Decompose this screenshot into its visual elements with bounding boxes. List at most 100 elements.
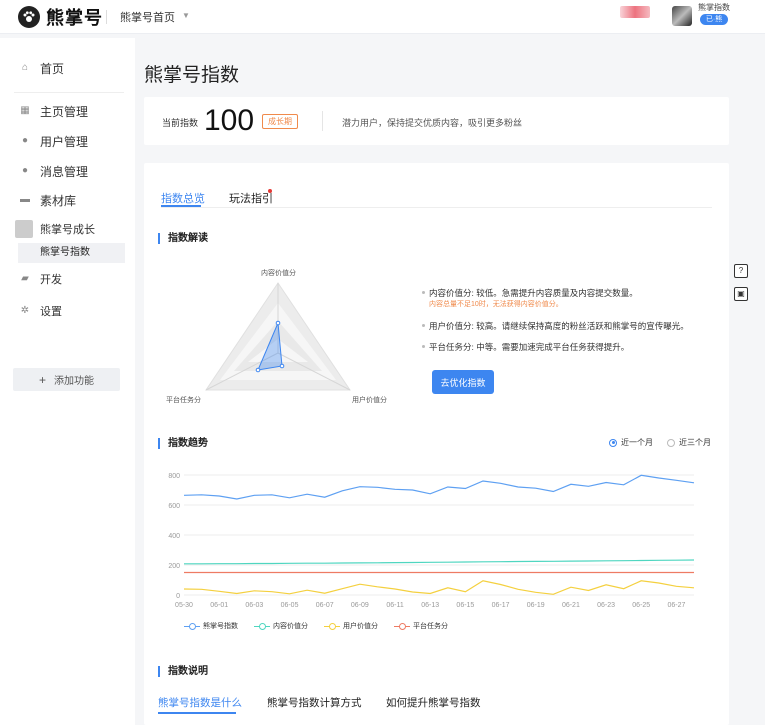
bullet-user-score: 用户价值分: 较高。请继续保持高度的粉丝活跃和熊掌号的宣传曝光。 bbox=[422, 320, 689, 332]
tab-divider bbox=[161, 207, 712, 208]
sidebar: ⌂ 首页 ▦ 主页管理 ● 用户管理 ● 消息管理 ▬ 素材库 熊掌号成长 熊掌… bbox=[0, 38, 135, 725]
section-title-trend: 指数趋势 bbox=[158, 438, 208, 449]
hint-text: 内容总量不足10时，无法获得内容价值分。 bbox=[429, 301, 563, 308]
x-tick-label: 06-23 bbox=[597, 602, 615, 609]
x-tick-label: 06-17 bbox=[492, 602, 510, 609]
sidebar-item-homepage-manage[interactable]: ▦ 主页管理 bbox=[0, 100, 135, 122]
y-tick-label: 800 bbox=[168, 473, 180, 480]
growth-icon bbox=[15, 220, 33, 238]
section-title-explanation: 指数说明 bbox=[158, 666, 208, 677]
x-tick-label: 06-03 bbox=[245, 602, 263, 609]
x-tick-label: 06-07 bbox=[316, 602, 334, 609]
tab-calculation[interactable]: 熊掌号指数计算方式 bbox=[267, 695, 362, 710]
legend-label: 平台任务分 bbox=[413, 623, 448, 630]
index-description: 潜力用户，保持提交优质内容，吸引更多粉丝 bbox=[342, 118, 523, 128]
y-tick-label: 0 bbox=[176, 593, 180, 600]
legend-item[interactable]: 内容价值分 bbox=[254, 621, 308, 631]
current-index-card: 当前指数 100 成长期 潜力用户，保持提交优质内容，吸引更多粉丝 bbox=[144, 97, 729, 145]
radio-label: 近三个月 bbox=[679, 438, 711, 447]
chevron-down-icon[interactable]: ▼ bbox=[182, 11, 190, 20]
sidebar-item-label: 设置 bbox=[40, 306, 62, 318]
section-title-interpretation: 指数解读 bbox=[158, 233, 208, 244]
avatar[interactable] bbox=[672, 6, 692, 26]
sidebar-item-user-manage[interactable]: ● 用户管理 bbox=[0, 130, 135, 152]
x-tick-label: 06-27 bbox=[667, 602, 685, 609]
radar-label-user: 用户价值分 bbox=[352, 397, 387, 404]
legend-line-icon bbox=[324, 622, 340, 630]
x-tick-label: 06-05 bbox=[281, 602, 299, 609]
legend-line-icon bbox=[184, 622, 200, 630]
current-index-label: 当前指数 bbox=[162, 118, 199, 128]
divider bbox=[106, 10, 107, 24]
plus-icon: + bbox=[38, 372, 46, 387]
x-tick-label: 06-21 bbox=[562, 602, 580, 609]
tab-what-is-index[interactable]: 熊掌号指数是什么 bbox=[158, 695, 242, 710]
radio-checked-icon bbox=[609, 438, 617, 447]
legend-item[interactable]: 平台任务分 bbox=[394, 621, 448, 631]
logo-text: 熊掌号 bbox=[46, 8, 103, 28]
optimize-index-button[interactable]: 去优化指数 bbox=[432, 370, 494, 394]
home-link[interactable]: 熊掌号首页 bbox=[120, 9, 175, 25]
sidebar-item-label: 素材库 bbox=[40, 193, 77, 208]
range-one-month-radio[interactable]: 近一个月 bbox=[609, 437, 653, 448]
sidebar-item-label: 主页管理 bbox=[40, 104, 89, 119]
paw-icon bbox=[18, 6, 40, 28]
x-tick-label: 06-15 bbox=[456, 602, 474, 609]
legend-label: 用户价值分 bbox=[343, 623, 378, 630]
legend-item[interactable]: 熊掌号指数 bbox=[184, 621, 238, 631]
add-feature-button[interactable]: + 添加功能 bbox=[13, 368, 120, 391]
bullet-platform-score: 平台任务分: 中等。需要加速完成平台任务获得提升。 bbox=[422, 341, 629, 353]
feedback-icon[interactable]: ? bbox=[734, 264, 748, 278]
divider bbox=[322, 111, 323, 131]
y-tick-label: 600 bbox=[168, 503, 180, 510]
sidebar-item-material[interactable]: ▬ 素材库 bbox=[0, 189, 135, 211]
legend-item[interactable]: 用户价值分 bbox=[324, 621, 378, 631]
divider bbox=[14, 92, 124, 93]
legend-line-icon bbox=[394, 622, 410, 630]
sidebar-item-label: 开发 bbox=[40, 274, 62, 286]
legend-line-icon bbox=[254, 622, 270, 630]
new-dot-icon bbox=[268, 189, 272, 193]
radar-label-platform: 平台任务分 bbox=[166, 397, 201, 404]
current-index-value: 100 bbox=[204, 104, 255, 137]
x-tick-label: 06-13 bbox=[421, 602, 439, 609]
x-tick-label: 05-30 bbox=[175, 602, 193, 609]
main-card: 指数总览 玩法指引 指数解读 内容价值分 平台任务分 用户价值分 内容价值分: … bbox=[144, 163, 729, 725]
notification-badge[interactable] bbox=[620, 6, 650, 18]
qr-code-icon[interactable]: ▣ bbox=[734, 287, 748, 301]
dev-icon: ▰ bbox=[21, 273, 29, 284]
logo[interactable]: 熊掌号 bbox=[18, 6, 103, 28]
stage-badge: 成长期 bbox=[262, 114, 298, 129]
tab-how-to-improve[interactable]: 如何提升熊掌号指数 bbox=[386, 695, 481, 710]
user-badge[interactable]: 已·熊 bbox=[700, 14, 728, 25]
top-bar: 熊掌号 熊掌号首页 ▼ 熊掌指数 已·熊 bbox=[0, 0, 765, 34]
trend-chart: 0 200 400 600 800 05-30 06-01 06-03 06-05 06-07 06… bbox=[168, 473, 695, 609]
x-tick-label: 06-19 bbox=[527, 602, 545, 609]
sidebar-item-dev[interactable]: ▰ 开发 bbox=[0, 268, 135, 290]
bullet-content-score: 内容价值分: 较低。急需提升内容质量及内容提交数量。 bbox=[422, 287, 638, 299]
chart-legend: 熊掌号指数 内容价值分 用户价值分 平台任务分 bbox=[184, 621, 464, 631]
gear-icon: ✲ bbox=[20, 305, 30, 316]
range-three-month-radio[interactable]: 近三个月 bbox=[667, 437, 711, 448]
add-feature-label: 添加功能 bbox=[54, 376, 94, 387]
home-icon: ⌂ bbox=[21, 62, 29, 73]
tab-overview[interactable]: 指数总览 bbox=[161, 190, 205, 206]
sidebar-item-growth[interactable]: 熊掌号成长 bbox=[0, 218, 135, 240]
sidebar-item-message-manage[interactable]: ● 消息管理 bbox=[0, 160, 135, 182]
x-tick-label: 06-11 bbox=[386, 602, 403, 609]
sidebar-subitem-index[interactable]: 熊掌号指数 bbox=[18, 243, 125, 263]
sidebar-item-label: 首页 bbox=[40, 61, 65, 76]
user-icon: ● bbox=[21, 135, 29, 146]
message-icon: ● bbox=[21, 165, 29, 176]
tab-guide[interactable]: 玩法指引 bbox=[229, 190, 273, 206]
series-line bbox=[184, 559, 695, 565]
y-tick-label: 400 bbox=[168, 533, 180, 540]
x-tick-label: 06-09 bbox=[351, 602, 369, 609]
tab-active-indicator bbox=[161, 205, 201, 207]
folder-icon: ▬ bbox=[20, 194, 30, 205]
legend-label: 熊掌号指数 bbox=[203, 623, 238, 630]
x-tick-label: 06-01 bbox=[210, 602, 228, 609]
sidebar-item-home[interactable]: ⌂ 首页 bbox=[0, 57, 135, 79]
sidebar-item-settings[interactable]: ✲ 设置 bbox=[0, 300, 135, 322]
y-tick-label: 200 bbox=[168, 563, 180, 570]
